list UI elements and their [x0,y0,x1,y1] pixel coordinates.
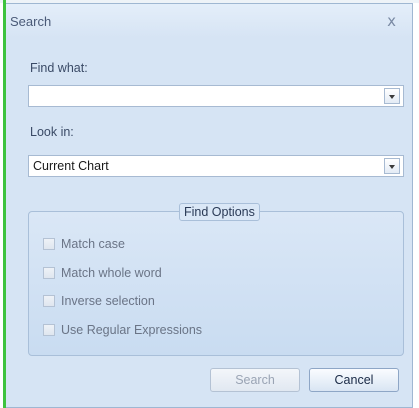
find-what-combo[interactable] [28,85,404,107]
use-regex-label: Use Regular Expressions [61,323,203,337]
chevron-down-icon [389,165,395,169]
match-case-label: Match case [61,237,125,251]
dialog-title: Search [10,14,52,29]
search-button[interactable]: Search [210,368,300,392]
find-what-label: Find what: [30,61,88,75]
inverse-selection-checkbox[interactable] [43,295,55,307]
look-in-combo[interactable]: Current Chart [28,155,404,177]
look-in-dropdown-button[interactable] [384,158,400,174]
find-options-title: Find Options [179,203,260,221]
use-regex-checkbox[interactable] [43,324,55,336]
match-case-checkbox[interactable] [43,238,55,250]
chevron-down-icon [389,95,395,99]
cancel-button[interactable]: Cancel [309,368,399,392]
find-options-group: Find Options Match case Match whole word… [28,203,404,356]
inverse-selection-label: Inverse selection [61,294,155,308]
match-whole-word-checkbox[interactable] [43,267,55,279]
find-what-dropdown-button[interactable] [384,88,400,104]
close-icon[interactable]: x [387,12,396,30]
dialog-titlebar: Search x [6,4,412,38]
look-in-label: Look in: [30,125,74,139]
look-in-value[interactable]: Current Chart [33,159,109,173]
search-dialog: Search x Find what: Look in: Current Cha… [6,3,413,408]
match-whole-word-label: Match whole word [61,266,162,280]
